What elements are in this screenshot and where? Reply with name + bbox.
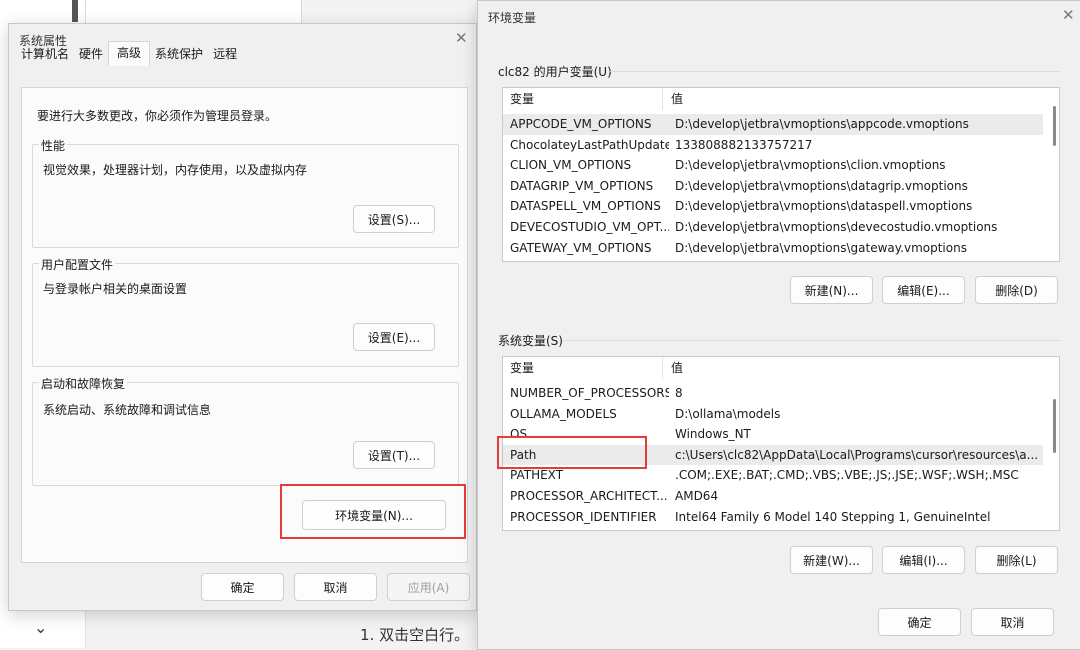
system-new-button[interactable]: 新建(W)... <box>790 546 873 574</box>
column-header-variable[interactable]: 变量 <box>503 357 663 379</box>
user-variables-title: clc82 的用户变量(U) <box>498 65 612 79</box>
variable-value: D:\develop\jetbra\vmoptions\gateway.vmop… <box>675 240 967 255</box>
performance-settings-button[interactable]: 设置(S)... <box>353 205 435 233</box>
table-row[interactable]: PROCESSOR_IDENTIFIER Intel64 Family 6 Mo… <box>503 507 1043 528</box>
scrollbar[interactable] <box>1053 399 1056 453</box>
user-variables-list[interactable]: 变量 值 APPCODE_VM_OPTIONS D:\develop\jetbr… <box>502 87 1060 262</box>
list-header: 变量 值 <box>503 357 1043 379</box>
user-edit-button[interactable]: 编辑(E)... <box>882 276 965 304</box>
admin-note: 要进行大多数更改，你必须作为管理员登录。 <box>37 109 278 123</box>
variable-name: DEVECOSTUDIO_VM_OPT... <box>510 220 669 234</box>
apply-button[interactable]: 应用(A) <box>387 573 470 601</box>
tab-hardware[interactable]: 硬件 <box>74 44 108 65</box>
environment-variables-button[interactable]: 环境变量(N)... <box>302 500 446 530</box>
background-scroll-marker <box>72 0 78 22</box>
tab-remote[interactable]: 远程 <box>208 44 242 65</box>
user-delete-button[interactable]: 删除(D) <box>975 276 1058 304</box>
variable-value: 133808882133757217 <box>675 137 813 152</box>
table-row-path[interactable]: Path c:\Users\clc82\AppData\Local\Progra… <box>503 444 1043 466</box>
variable-value: Windows_NT <box>675 427 751 442</box>
variable-name: Path <box>510 447 537 462</box>
variable-name: PROCESSOR_IDENTIFIER <box>510 509 657 524</box>
table-row[interactable]: ChocolateyLastPathUpdate 133808882133757… <box>503 135 1043 156</box>
tab-advanced[interactable]: 高级 <box>108 41 151 66</box>
user-profile-desc: 与登录帐户相关的桌面设置 <box>43 282 188 296</box>
table-row[interactable]: OLLAMA_MODELS D:\ollama\models <box>503 404 1043 425</box>
variable-value: c:\Users\clc82\AppData\Local\Programs\cu… <box>675 447 1039 462</box>
startup-recovery-title: 启动和故障恢复 <box>39 375 128 392</box>
table-row[interactable]: DATAGRIP_VM_OPTIONS D:\develop\jetbra\vm… <box>503 176 1043 197</box>
variable-name: DATASPELL_VM_OPTIONS <box>510 199 661 214</box>
tab-computer-name[interactable]: 计算机名 <box>16 44 74 65</box>
variable-name: PROCESSOR_ARCHITECT... <box>510 489 668 503</box>
user-profile-group: 用户配置文件 与登录帐户相关的桌面设置 设置(E)... <box>32 256 459 367</box>
performance-desc: 视觉效果，处理器计划，内存使用，以及虚拟内存 <box>43 163 308 177</box>
column-header-value[interactable]: 值 <box>663 357 683 379</box>
variable-value: .COM;.EXE;.BAT;.CMD;.VBS;.VBE;.JS;.JSE;.… <box>675 468 1019 483</box>
variable-name: NUMBER_OF_PROCESSORS <box>510 386 669 400</box>
column-header-value[interactable]: 值 <box>663 88 683 110</box>
variable-name: APPCODE_VM_OPTIONS <box>510 117 652 131</box>
ok-button[interactable]: 确定 <box>201 573 284 601</box>
variable-value: D:\ollama\models <box>675 406 781 421</box>
variable-name: CLION_VM_OPTIONS <box>510 158 632 173</box>
tab-strip: 计算机名 硬件 高级 系统保护 远程 <box>16 41 242 66</box>
chevron-down-icon[interactable]: ⌄ <box>34 618 47 637</box>
variable-value: D:\develop\jetbra\vmoptions\datagrip.vmo… <box>675 178 968 193</box>
variable-value: D:\develop\jetbra\vmoptions\clion.vmopti… <box>675 158 946 173</box>
variable-name: PATHEXT <box>510 468 564 483</box>
ok-button[interactable]: 确定 <box>878 608 961 636</box>
variable-name: OLLAMA_MODELS <box>510 406 617 421</box>
column-header-variable[interactable]: 变量 <box>503 88 663 110</box>
variable-value: D:\develop\jetbra\vmoptions\dataspell.vm… <box>675 199 973 214</box>
tab-system-protection[interactable]: 系统保护 <box>150 44 208 65</box>
section-divider <box>610 71 1061 72</box>
user-profile-settings-button[interactable]: 设置(E)... <box>353 323 435 351</box>
close-icon[interactable]: ✕ <box>455 29 468 47</box>
system-variables-title: 系统变量(S) <box>498 334 563 348</box>
dialog-title: 环境变量 <box>488 11 537 25</box>
variable-value: D:\develop\jetbra\vmoptions\appcode.vmop… <box>675 117 969 131</box>
advanced-tab-panel: 要进行大多数更改，你必须作为管理员登录。 性能 视觉效果，处理器计划，内存使用，… <box>21 87 468 563</box>
variable-name: ChocolateyLastPathUpdate <box>510 137 669 152</box>
table-row[interactable]: GATEWAY_VM_OPTIONS D:\develop\jetbra\vmo… <box>503 238 1043 259</box>
scrollbar[interactable] <box>1053 106 1056 146</box>
system-edit-button[interactable]: 编辑(I)... <box>882 546 965 574</box>
performance-group: 性能 视觉效果，处理器计划，内存使用，以及虚拟内存 设置(S)... <box>32 137 459 248</box>
startup-settings-button[interactable]: 设置(T)... <box>353 441 435 469</box>
table-row[interactable]: PATHEXT .COM;.EXE;.BAT;.CMD;.VBS;.VBE;.J… <box>503 465 1043 486</box>
performance-title: 性能 <box>39 137 68 154</box>
environment-variables-dialog: 环境变量 ✕ clc82 的用户变量(U) 变量 值 APPCODE_VM_OP… <box>477 0 1080 650</box>
startup-recovery-desc: 系统启动、系统故障和调试信息 <box>43 403 212 417</box>
section-divider <box>564 340 1061 341</box>
system-delete-button[interactable]: 删除(L) <box>975 546 1058 574</box>
startup-recovery-group: 启动和故障恢复 系统启动、系统故障和调试信息 设置(T)... <box>32 375 459 486</box>
system-variables-list[interactable]: 变量 值 NUMBER_OF_PROCESSORS 8 OLLAMA_MODEL… <box>502 356 1060 531</box>
user-profile-title: 用户配置文件 <box>39 256 116 273</box>
table-row[interactable]: OS Windows_NT <box>503 424 1043 445</box>
table-row[interactable]: CLION_VM_OPTIONS D:\develop\jetbra\vmopt… <box>503 155 1043 176</box>
table-row[interactable]: DATASPELL_VM_OPTIONS D:\develop\jetbra\v… <box>503 196 1043 217</box>
table-row[interactable]: DEVECOSTUDIO_VM_OPT... D:\develop\jetbra… <box>503 217 1043 238</box>
user-new-button[interactable]: 新建(N)... <box>790 276 873 304</box>
variable-value: 8 <box>675 386 683 400</box>
variable-name: OS <box>510 427 528 442</box>
variable-value: D:\develop\jetbra\vmoptions\devecostudio… <box>675 220 998 234</box>
list-header: 变量 值 <box>503 88 1043 110</box>
background-caption: 1. 双击空白行。 <box>360 626 470 644</box>
table-row[interactable]: PROCESSOR_ARCHITECT... AMD64 <box>503 486 1043 507</box>
variable-name: GATEWAY_VM_OPTIONS <box>510 240 652 255</box>
cancel-button[interactable]: 取消 <box>294 573 377 601</box>
variable-value: Intel64 Family 6 Model 140 Stepping 1, G… <box>675 509 991 524</box>
cancel-button[interactable]: 取消 <box>971 608 1054 636</box>
variable-value: AMD64 <box>675 489 719 503</box>
variable-name: DATAGRIP_VM_OPTIONS <box>510 178 654 193</box>
close-icon[interactable]: ✕ <box>1062 6 1075 24</box>
table-row[interactable]: APPCODE_VM_OPTIONS D:\develop\jetbra\vmo… <box>503 114 1043 135</box>
table-row[interactable]: NUMBER_OF_PROCESSORS 8 <box>503 383 1043 404</box>
